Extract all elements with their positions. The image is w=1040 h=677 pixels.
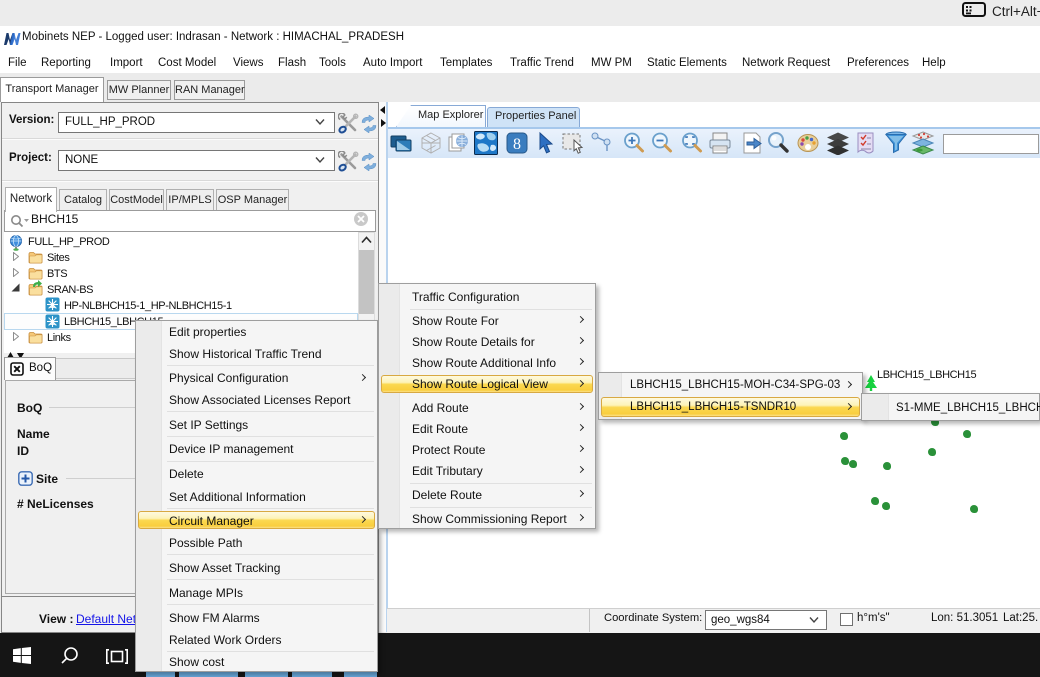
- svg-text:8: 8: [513, 136, 521, 153]
